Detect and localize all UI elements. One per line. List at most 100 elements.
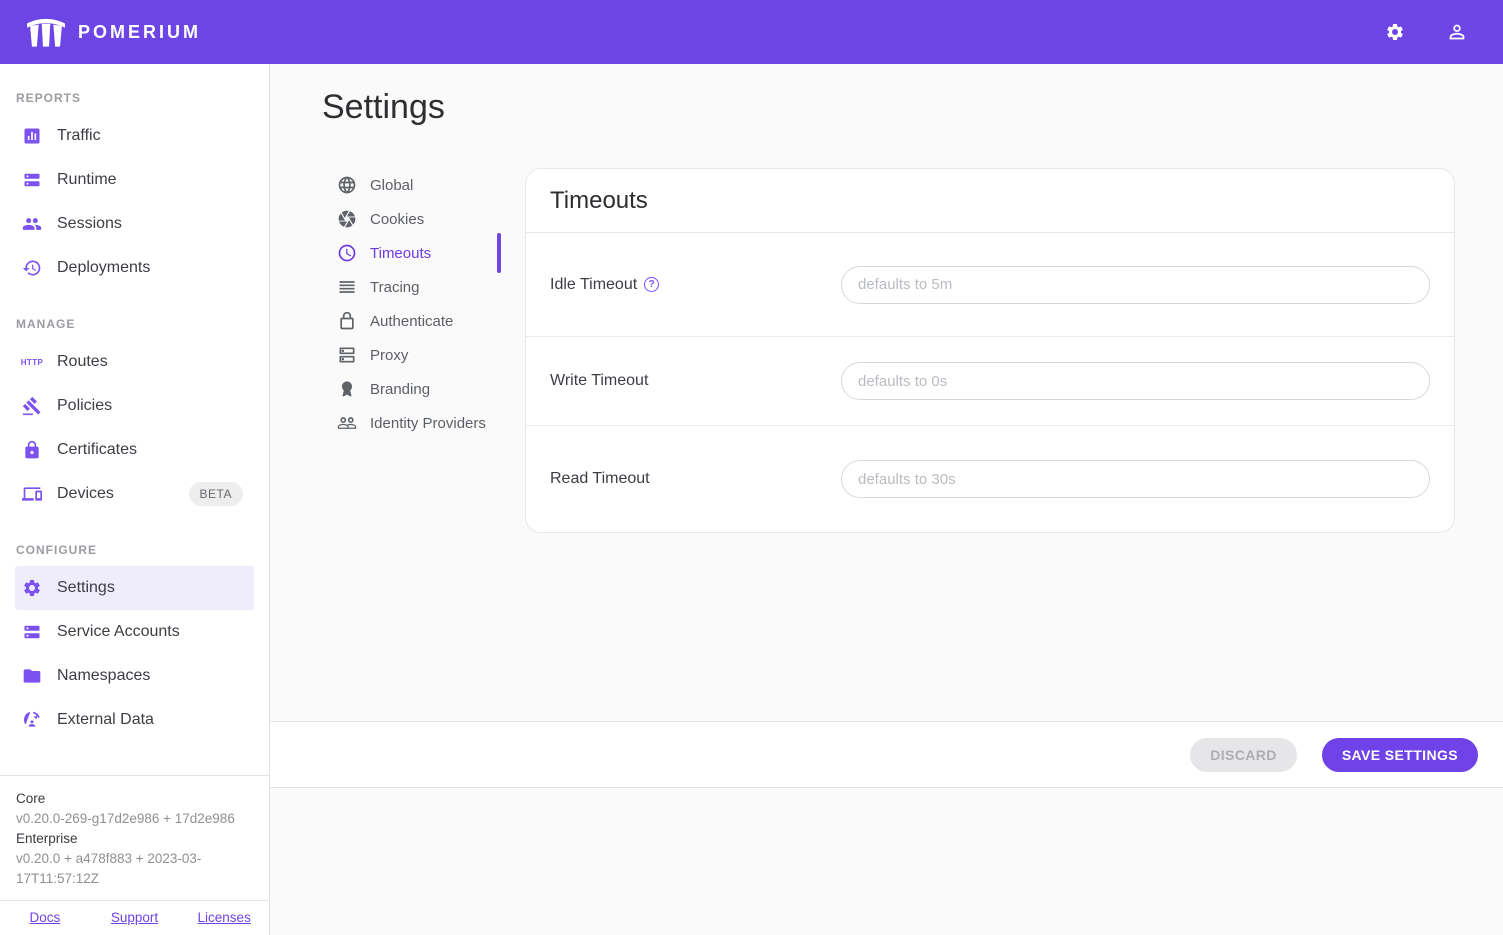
tab-label: Timeouts <box>370 245 431 262</box>
brand-name: POMERIUM <box>78 22 201 43</box>
http-icon: HTTP <box>22 352 42 372</box>
gear-icon[interactable] <box>1375 12 1415 52</box>
app-shell: REPORTS Traffic Runtime Sessions <box>0 64 1503 935</box>
tab-cookies[interactable]: Cookies <box>330 202 500 236</box>
sidebar-item-traffic[interactable]: Traffic <box>15 114 254 158</box>
main-area: Settings Global Cookies <box>270 64 1503 935</box>
sidebar-item-external-data[interactable]: External Data <box>15 698 254 742</box>
tab-label: Cookies <box>370 211 424 228</box>
beta-badge: BETA <box>189 482 243 506</box>
top-bar: POMERIUM <box>0 0 1503 64</box>
tab-label: Identity Providers <box>370 415 486 432</box>
sidebar-item-devices[interactable]: Devices BETA <box>15 472 254 516</box>
sidebar-item-label: Devices <box>57 485 114 503</box>
aperture-icon <box>337 209 357 229</box>
write-timeout-row: Write Timeout <box>526 337 1454 426</box>
sidebar-item-label: Settings <box>57 579 115 597</box>
sidebar: REPORTS Traffic Runtime Sessions <box>0 64 270 935</box>
licenses-link[interactable]: Licenses <box>179 910 269 925</box>
account-icon[interactable] <box>1437 12 1477 52</box>
idle-timeout-input[interactable] <box>841 266 1430 304</box>
sidebar-item-routes[interactable]: HTTP Routes <box>15 340 254 384</box>
enterprise-version-value: v0.20.0 + a478f883 + 2023-03-17T11:57:12… <box>16 849 253 889</box>
section-title-manage: MANAGE <box>0 290 269 340</box>
pomerium-logo[interactable]: POMERIUM <box>24 16 201 48</box>
sidebar-item-label: Certificates <box>57 441 137 459</box>
field-label-text: Idle Timeout <box>550 276 637 294</box>
sidebar-item-deployments[interactable]: Deployments <box>15 246 254 290</box>
discard-button[interactable]: DISCARD <box>1190 738 1297 772</box>
timeouts-panel: Timeouts Idle Timeout ? Write Timeout <box>525 168 1455 533</box>
bar-chart-icon <box>22 126 42 146</box>
version-info: Core v0.20.0-269-g17d2e986 + 17d2e986 En… <box>0 775 269 900</box>
page-title: Settings <box>322 86 1503 128</box>
enterprise-version-label: Enterprise <box>16 829 253 849</box>
devices-icon <box>22 484 42 504</box>
ribbon-icon <box>337 379 357 399</box>
storage-icon <box>22 622 42 642</box>
lines-icon <box>337 277 357 297</box>
field-label-text: Write Timeout <box>550 372 648 390</box>
people-outline-icon <box>337 413 357 433</box>
sidebar-item-label: Deployments <box>57 259 150 277</box>
sidebar-item-label: Sessions <box>57 215 122 233</box>
tab-proxy[interactable]: Proxy <box>330 338 500 372</box>
save-settings-button[interactable]: SAVE SETTINGS <box>1322 738 1478 772</box>
lock-outline-icon <box>337 311 357 331</box>
read-timeout-input[interactable] <box>841 460 1430 498</box>
sidebar-item-label: Service Accounts <box>57 623 180 641</box>
tab-timeouts[interactable]: Timeouts <box>330 236 500 270</box>
core-version-value: v0.20.0-269-g17d2e986 + 17d2e986 <box>16 809 253 829</box>
tab-label: Global <box>370 177 413 194</box>
main-content: Settings Global Cookies <box>270 64 1503 721</box>
tab-label: Authenticate <box>370 313 453 330</box>
storage-icon <box>22 170 42 190</box>
main-filler <box>270 788 1503 935</box>
sidebar-nav: REPORTS Traffic Runtime Sessions <box>0 64 269 775</box>
sidebar-item-label: Namespaces <box>57 667 150 685</box>
tab-identity-providers[interactable]: Identity Providers <box>330 406 500 440</box>
tab-branding[interactable]: Branding <box>330 372 500 406</box>
sidebar-item-service-accounts[interactable]: Service Accounts <box>15 610 254 654</box>
idle-timeout-label: Idle Timeout ? <box>550 276 841 294</box>
sidebar-item-namespaces[interactable]: Namespaces <box>15 654 254 698</box>
lock-icon <box>22 440 42 460</box>
read-timeout-label: Read Timeout <box>550 470 841 488</box>
field-label-text: Read Timeout <box>550 470 650 488</box>
tab-tracing[interactable]: Tracing <box>330 270 500 304</box>
docs-link[interactable]: Docs <box>0 910 90 925</box>
sidebar-item-sessions[interactable]: Sessions <box>15 202 254 246</box>
sidebar-item-label: Traffic <box>57 127 101 145</box>
external-data-icon <box>22 710 42 730</box>
panel-header: Timeouts <box>526 169 1454 233</box>
tab-label: Branding <box>370 381 430 398</box>
sidebar-item-label: External Data <box>57 711 154 729</box>
dns-icon <box>337 345 357 365</box>
folder-icon <box>22 666 42 686</box>
write-timeout-label: Write Timeout <box>550 372 841 390</box>
sidebar-item-certificates[interactable]: Certificates <box>15 428 254 472</box>
support-link[interactable]: Support <box>90 910 180 925</box>
selected-tab-indicator <box>497 233 501 273</box>
read-timeout-row: Read Timeout <box>526 426 1454 532</box>
core-version-label: Core <box>16 789 253 809</box>
sidebar-item-label: Policies <box>57 397 112 415</box>
panel-title: Timeouts <box>550 187 648 215</box>
sidebar-item-runtime[interactable]: Runtime <box>15 158 254 202</box>
tab-label: Tracing <box>370 279 419 296</box>
gavel-icon <box>22 396 42 416</box>
section-title-reports: REPORTS <box>0 64 269 114</box>
section-title-configure: CONFIGURE <box>0 516 269 566</box>
history-icon <box>22 258 42 278</box>
tab-label: Proxy <box>370 347 408 364</box>
write-timeout-input[interactable] <box>841 362 1430 400</box>
tab-authenticate[interactable]: Authenticate <box>330 304 500 338</box>
help-icon[interactable]: ? <box>644 277 659 292</box>
sidebar-item-label: Routes <box>57 353 108 371</box>
tab-global[interactable]: Global <box>330 168 500 202</box>
sidebar-item-label: Runtime <box>57 171 117 189</box>
footer-links: Docs Support Licenses <box>0 900 269 935</box>
sidebar-item-policies[interactable]: Policies <box>15 384 254 428</box>
aqueduct-icon <box>24 16 68 48</box>
sidebar-item-settings[interactable]: Settings <box>15 566 254 610</box>
